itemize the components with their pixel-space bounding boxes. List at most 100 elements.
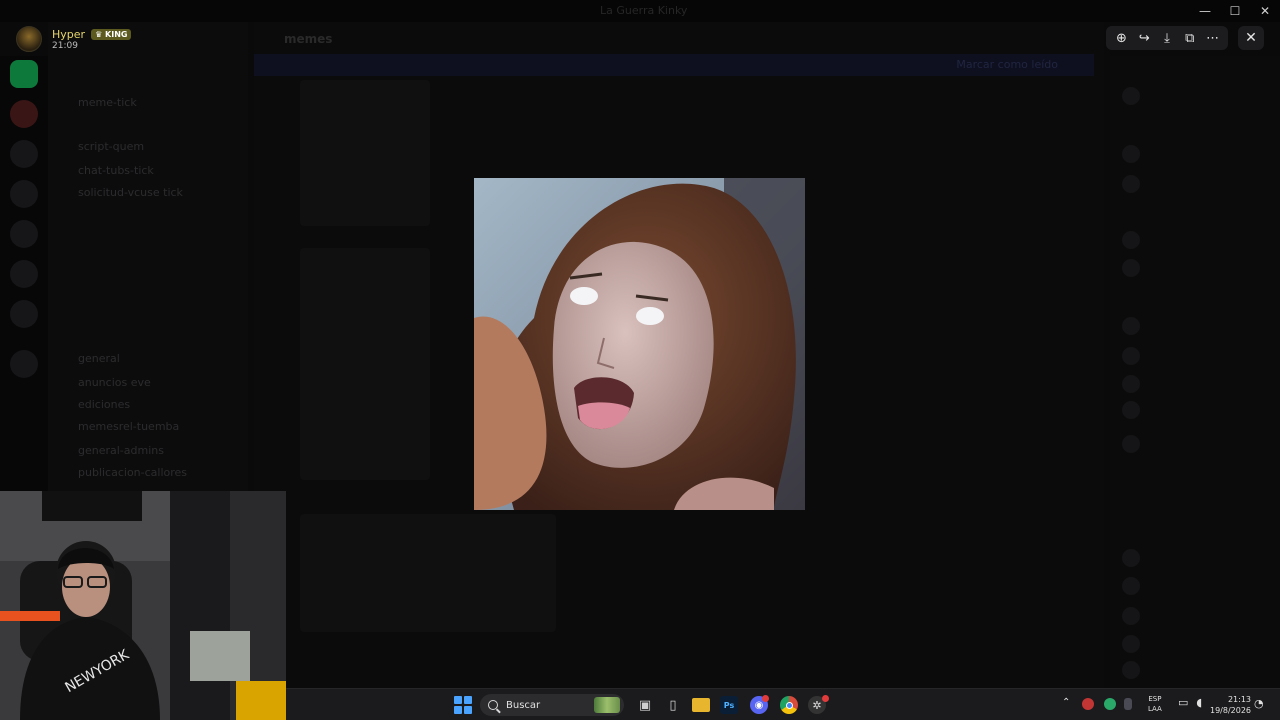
avatar — [1122, 635, 1140, 653]
photoshop-icon[interactable]: Ps — [720, 696, 738, 714]
channel-item[interactable]: chat-tubs-tick — [78, 164, 154, 180]
file-explorer-icon[interactable] — [692, 698, 710, 712]
channel-sidebar: meme-tick script-quem chat-tubs-tick sol… — [48, 22, 248, 492]
server-icon[interactable] — [10, 220, 38, 248]
avatar — [1122, 549, 1140, 567]
server-icon[interactable] — [10, 100, 38, 128]
message-attachment[interactable] — [300, 80, 430, 226]
message-attachment[interactable] — [300, 248, 430, 480]
member-item[interactable] — [1122, 87, 1140, 105]
mark-read-link[interactable]: Marcar como leído — [956, 58, 1058, 71]
member-item[interactable] — [1122, 549, 1140, 567]
channel-title: memes — [284, 32, 333, 46]
channel-item[interactable]: publicacion-callores — [78, 466, 187, 482]
windows-logo-icon — [454, 706, 462, 714]
avatar — [1122, 607, 1140, 625]
notification-bell-icon[interactable]: ◔ — [1254, 697, 1264, 710]
avatar — [1122, 661, 1140, 679]
network-icon: ▭ — [1178, 696, 1189, 709]
member-item[interactable] — [1122, 435, 1140, 453]
taskbar-search[interactable]: Buscar — [480, 694, 624, 716]
task-view-icon[interactable]: ▣ — [636, 696, 654, 714]
server-icon[interactable] — [10, 350, 38, 378]
member-item[interactable] — [1122, 375, 1140, 393]
close-window-button[interactable]: ✕ — [1250, 0, 1280, 22]
forward-icon[interactable]: ↪ — [1135, 29, 1153, 47]
channel-item[interactable]: ediciones — [78, 398, 130, 414]
more-options-icon[interactable]: ⋯ — [1204, 29, 1222, 47]
language-indicator[interactable]: ESP LAA — [1148, 694, 1162, 714]
minimize-button[interactable]: — — [1190, 0, 1220, 22]
member-item[interactable] — [1122, 175, 1140, 193]
member-item[interactable] — [1122, 145, 1140, 163]
avatar — [1122, 435, 1140, 453]
member-item[interactable] — [1122, 317, 1140, 335]
image-viewer-toolbar: ⊕ ↪ ⤓ ⧉ ⋯ — [1106, 26, 1228, 50]
avatar — [1122, 375, 1140, 393]
server-rail — [0, 56, 48, 496]
taskbar-clock[interactable]: 21:13 19/8/2026 — [1210, 694, 1251, 716]
channel-item[interactable]: meme-tick — [78, 96, 137, 112]
device-icon[interactable]: ▯ — [664, 696, 682, 714]
open-external-icon[interactable]: ⧉ — [1181, 29, 1199, 47]
member-item[interactable] — [1122, 401, 1140, 419]
profile-info: Hyper ♛ KING 21:09 — [52, 27, 132, 51]
server-icon[interactable] — [10, 180, 38, 208]
role-badge: ♛ KING — [91, 28, 132, 40]
channel-item[interactable]: general — [78, 352, 120, 368]
avatar — [1122, 401, 1140, 419]
channel-item[interactable]: memesrel-tuemba — [78, 420, 179, 436]
language-code: ESP — [1148, 695, 1162, 703]
taskbar: Buscar ▣ ▯ Ps ◉ ✲ ⌃ ESP LAA ▭ ◖ 21:13 19… — [286, 688, 1280, 720]
crown-icon: ♛ — [95, 29, 106, 39]
member-item[interactable] — [1122, 231, 1140, 249]
start-button[interactable] — [454, 696, 472, 714]
avatar — [1122, 231, 1140, 249]
system-icons[interactable]: ▭ ◖ — [1178, 696, 1202, 709]
server-icon[interactable] — [10, 260, 38, 288]
webcam-feed-graphic: NEWYORK — [0, 491, 286, 720]
profile-name: Hyper — [52, 27, 86, 41]
keyboard-layout: LAA — [1148, 705, 1162, 713]
avatar — [1122, 175, 1140, 193]
channel-item[interactable]: script-quem — [78, 140, 144, 156]
tray-app-icon[interactable] — [1104, 698, 1116, 710]
preview-image-graphic — [474, 178, 805, 510]
close-viewer-button[interactable]: ✕ — [1238, 26, 1264, 50]
avatar — [16, 26, 42, 52]
server-icon[interactable] — [10, 300, 38, 328]
profile-time: 21:09 — [52, 40, 78, 51]
volume-icon: ◖ — [1196, 696, 1203, 709]
member-item[interactable] — [1122, 347, 1140, 365]
unread-banner: Marcar como leído — [254, 54, 1094, 76]
tray-app-icon[interactable] — [1082, 698, 1094, 710]
maximize-button[interactable]: ☐ — [1220, 0, 1250, 22]
message-attachment[interactable] — [300, 514, 556, 632]
member-list — [1110, 56, 1280, 688]
profile-header: Hyper ♛ KING — [52, 27, 132, 41]
chrome-icon[interactable] — [780, 696, 798, 714]
chevron-up-icon[interactable]: ⌃ — [1062, 697, 1070, 708]
member-item[interactable] — [1122, 607, 1140, 625]
member-item[interactable] — [1122, 577, 1140, 595]
avatar — [1122, 145, 1140, 163]
avatar — [1122, 259, 1140, 277]
channel-item[interactable]: anuncios eve — [78, 376, 151, 392]
microphone-icon[interactable] — [1124, 698, 1132, 710]
search-icon — [488, 700, 498, 710]
member-item[interactable] — [1122, 259, 1140, 277]
windows-logo-icon — [454, 696, 462, 704]
zoom-in-icon[interactable]: ⊕ — [1112, 29, 1130, 47]
server-icon[interactable] — [10, 60, 38, 88]
preview-image[interactable] — [474, 178, 805, 510]
server-icon[interactable] — [10, 140, 38, 168]
avatar — [1122, 347, 1140, 365]
window-titlebar: La Guerra Kinky — ☐ ✕ — [0, 0, 1280, 22]
channel-item[interactable]: general-admins — [78, 444, 164, 460]
notification-badge — [762, 695, 769, 702]
member-item[interactable] — [1122, 661, 1140, 679]
channel-item[interactable]: solicitud-vcuse tick — [78, 186, 183, 202]
avatar — [1122, 87, 1140, 105]
member-item[interactable] — [1122, 635, 1140, 653]
download-icon[interactable]: ⤓ — [1158, 29, 1176, 47]
